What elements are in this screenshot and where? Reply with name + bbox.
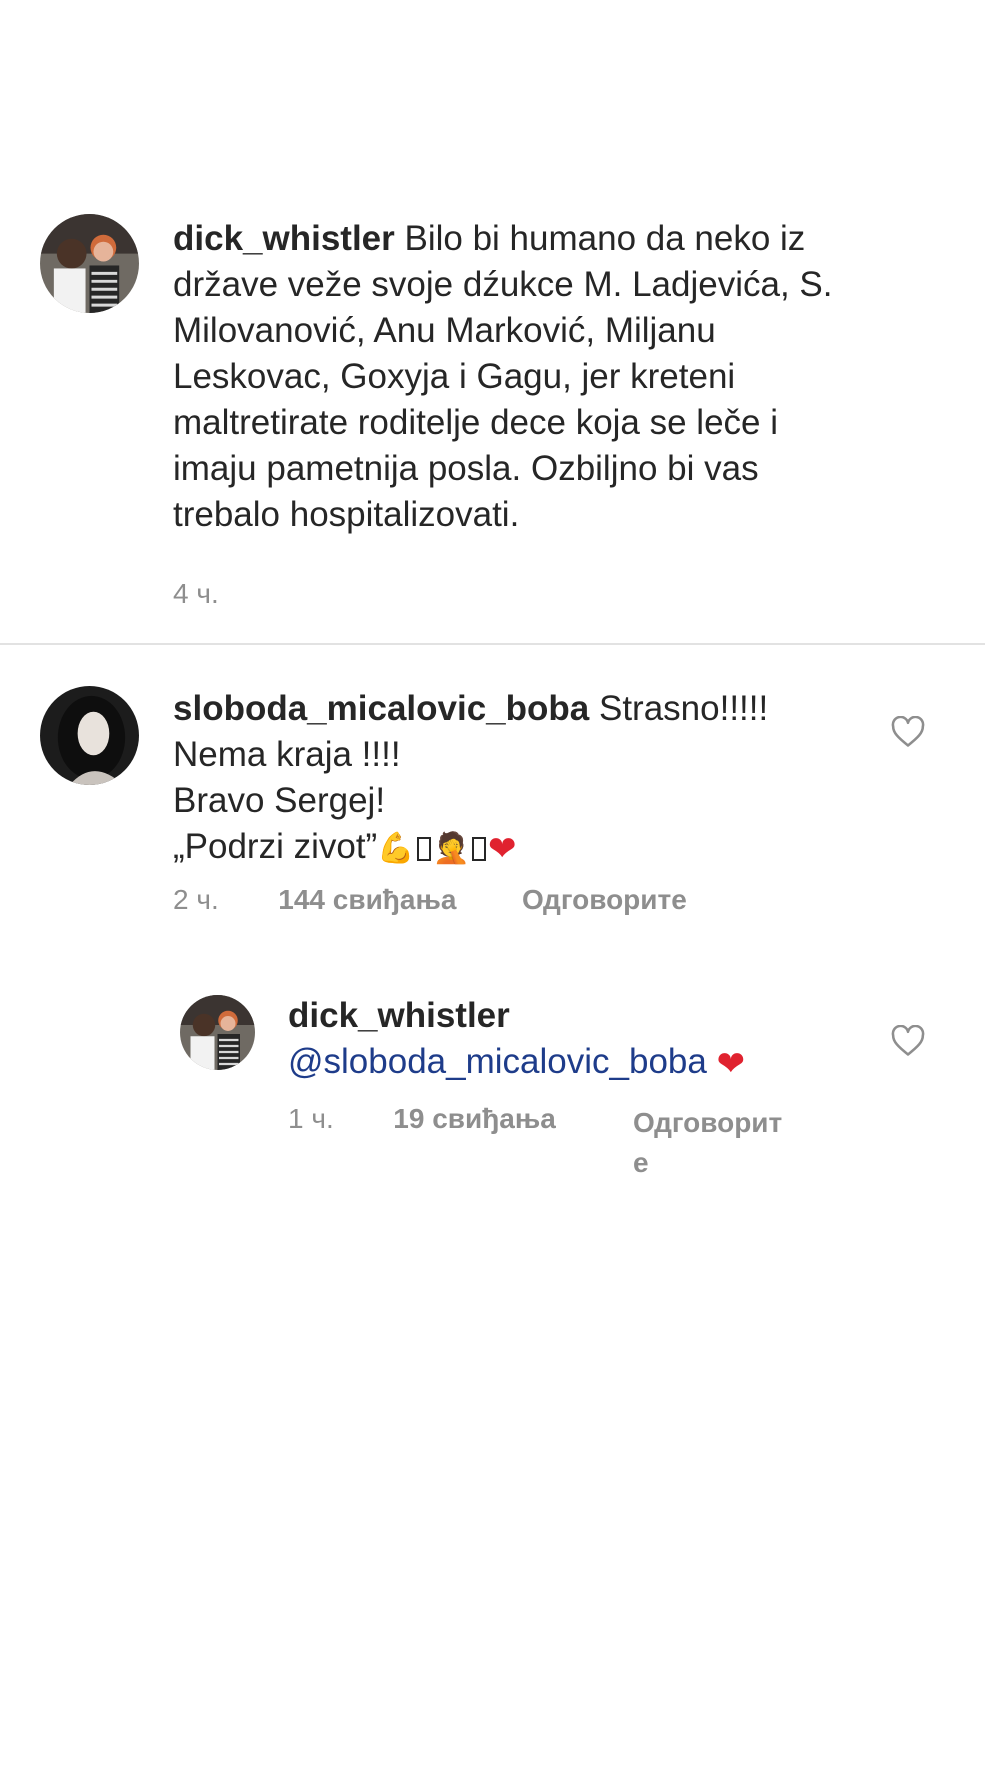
comment-body: sloboda_micalovic_boba Strasno!!!!! Nema… xyxy=(173,686,893,872)
username[interactable]: sloboda_micalovic_boba xyxy=(173,689,589,728)
red-heart-emoji-icon: ❤ xyxy=(487,829,517,868)
avatar[interactable] xyxy=(40,214,139,313)
likes-count[interactable]: 144 свиђања xyxy=(278,884,456,915)
comment-text: Bilo bi humano da neko iz države veže sv… xyxy=(173,219,833,534)
avatar[interactable] xyxy=(180,995,255,1070)
comment-meta: 4 ч. xyxy=(173,578,219,610)
reply-label-line-2: е xyxy=(633,1147,649,1178)
mention-link[interactable]: @sloboda_micalovic_boba xyxy=(288,1042,707,1081)
like-heart-icon[interactable] xyxy=(891,1025,925,1057)
muscle-emoji-icon: 💪 xyxy=(377,831,415,865)
likes-count[interactable]: 19 свиђања xyxy=(393,1103,556,1134)
avatar-image xyxy=(180,995,255,1070)
comment-text-first: Strasno!!!!! xyxy=(598,689,769,728)
facepalm-emoji-icon: 🤦 xyxy=(432,831,470,865)
timestamp: 1 ч. xyxy=(288,1103,334,1134)
comment-meta: 2 ч. 144 свиђања Одговорите xyxy=(173,884,687,916)
username[interactable]: dick_whistler xyxy=(173,219,395,258)
avatar-image xyxy=(40,214,139,313)
reply-button[interactable]: Одговорит е xyxy=(633,1103,782,1183)
comment-body: dick_whistler Bilo bi humano da neko iz … xyxy=(173,216,913,538)
username[interactable]: dick_whistler xyxy=(288,996,510,1035)
comment-meta: 1 ч. 19 свиђања xyxy=(288,1103,556,1135)
reply-label-line-1: Одговорит xyxy=(633,1107,783,1138)
comment-text-rest: Nema kraja !!!! Bravo Sergej! „Podrzi zi… xyxy=(173,735,401,866)
missing-glyph-icon xyxy=(416,836,431,861)
divider xyxy=(0,643,985,645)
missing-glyph-icon xyxy=(471,836,486,861)
reply-button[interactable]: Одговорите xyxy=(522,884,687,915)
timestamp: 4 ч. xyxy=(173,578,219,609)
timestamp: 2 ч. xyxy=(173,884,219,915)
comment-body: dick_whistler @sloboda_micalovic_boba ❤ xyxy=(288,993,848,1087)
avatar-image xyxy=(40,686,139,785)
red-heart-emoji-icon: ❤ xyxy=(716,1044,746,1083)
avatar[interactable] xyxy=(40,686,139,785)
like-heart-icon[interactable] xyxy=(891,716,925,748)
